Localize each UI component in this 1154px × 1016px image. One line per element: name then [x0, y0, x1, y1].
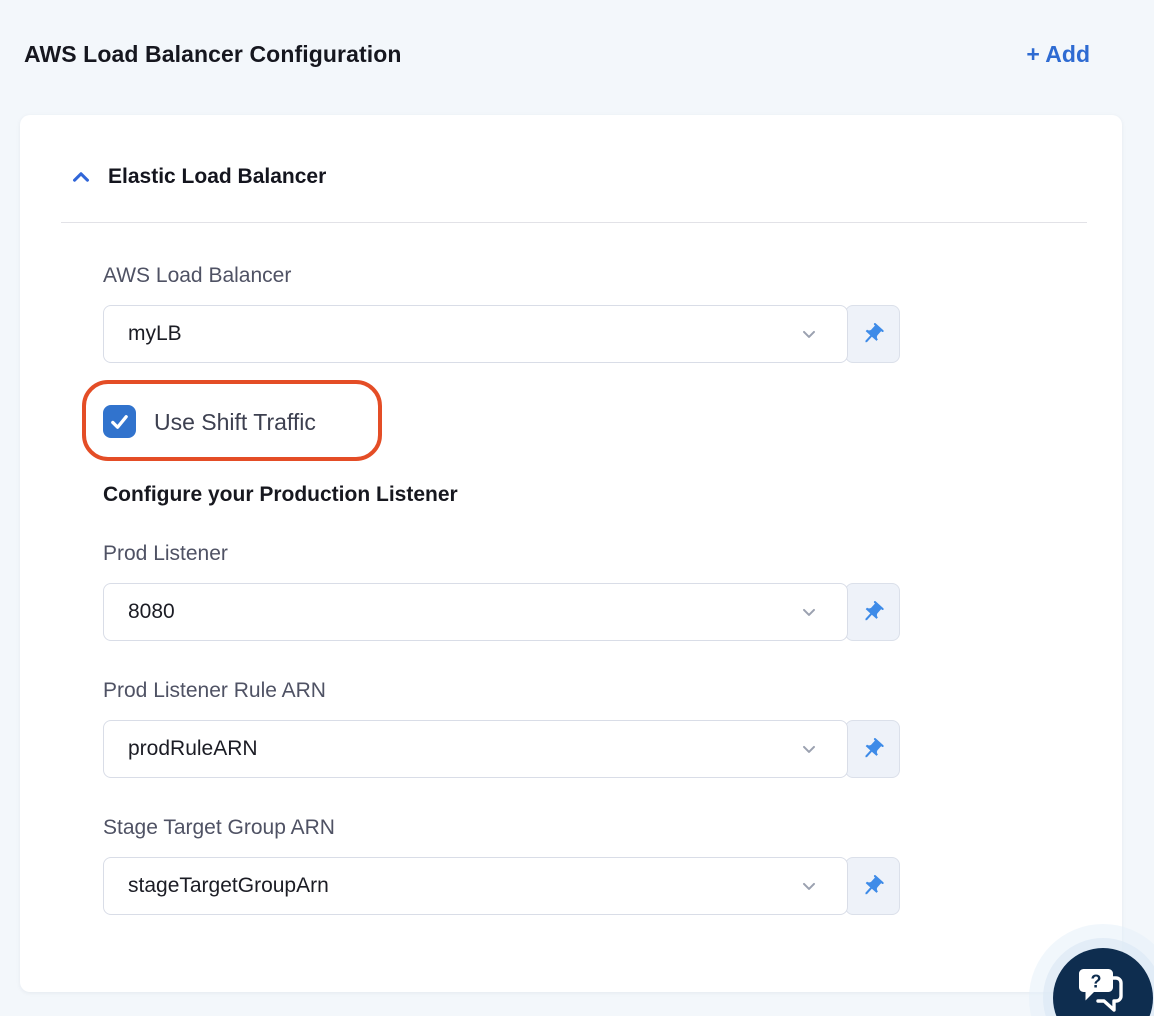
prod-listener-select[interactable]: 8080 — [103, 583, 848, 641]
prod-listener-rule-arn-value: prodRuleARN — [128, 737, 258, 760]
field-stage-target-group-arn: stageTargetGroupArn — [103, 857, 900, 915]
aws-load-balancer-value: myLB — [128, 322, 182, 345]
section-title: Elastic Load Balancer — [108, 165, 327, 188]
pin-button[interactable] — [845, 720, 900, 778]
pin-button[interactable] — [845, 583, 900, 641]
field-prod-listener-rule-arn: prodRuleARN — [103, 720, 900, 778]
pushpin-icon — [860, 874, 885, 899]
field-label-prod-listener: Prod Listener — [103, 542, 228, 565]
use-shift-traffic-label[interactable]: Use Shift Traffic — [154, 408, 316, 436]
pin-button[interactable] — [845, 857, 900, 915]
use-shift-traffic-row: Use Shift Traffic — [82, 380, 382, 461]
chevron-down-icon — [799, 324, 819, 344]
aws-load-balancer-select[interactable]: myLB — [103, 305, 848, 363]
svg-text:?: ? — [1091, 972, 1102, 992]
prod-listener-value: 8080 — [128, 600, 175, 623]
pin-button[interactable] — [845, 305, 900, 363]
collapse-section-button[interactable] — [70, 166, 92, 188]
field-prod-listener: 8080 — [103, 583, 900, 641]
add-button[interactable]: + Add — [1026, 40, 1090, 68]
field-label-aws-load-balancer: AWS Load Balancer — [103, 264, 292, 287]
checkmark-icon — [108, 410, 131, 433]
field-label-stage-target-group-arn: Stage Target Group ARN — [103, 816, 335, 839]
prod-listener-rule-arn-select[interactable]: prodRuleARN — [103, 720, 848, 778]
chat-help-icon: ? — [1078, 968, 1128, 1014]
stage-target-group-arn-value: stageTargetGroupArn — [128, 874, 329, 897]
chevron-up-icon — [70, 166, 92, 188]
chevron-down-icon — [799, 602, 819, 622]
stage-target-group-arn-select[interactable]: stageTargetGroupArn — [103, 857, 848, 915]
chevron-down-icon — [799, 876, 819, 896]
pushpin-icon — [860, 737, 885, 762]
pushpin-icon — [860, 600, 885, 625]
load-balancer-card: Elastic Load Balancer AWS Load Balancer … — [20, 115, 1122, 992]
form-content: AWS Load Balancer myLB Use Shift Traffic… — [20, 223, 1122, 915]
section-header: Elastic Load Balancer — [20, 115, 1122, 189]
page-header: AWS Load Balancer Configuration + Add — [0, 0, 1154, 68]
use-shift-traffic-checkbox[interactable] — [103, 405, 136, 438]
chevron-down-icon — [799, 739, 819, 759]
production-listener-subheading: Configure your Production Listener — [103, 483, 458, 506]
field-aws-load-balancer: myLB — [103, 305, 900, 363]
pushpin-icon — [860, 322, 885, 347]
field-label-prod-listener-rule-arn: Prod Listener Rule ARN — [103, 679, 326, 702]
page-title: AWS Load Balancer Configuration — [24, 41, 402, 67]
